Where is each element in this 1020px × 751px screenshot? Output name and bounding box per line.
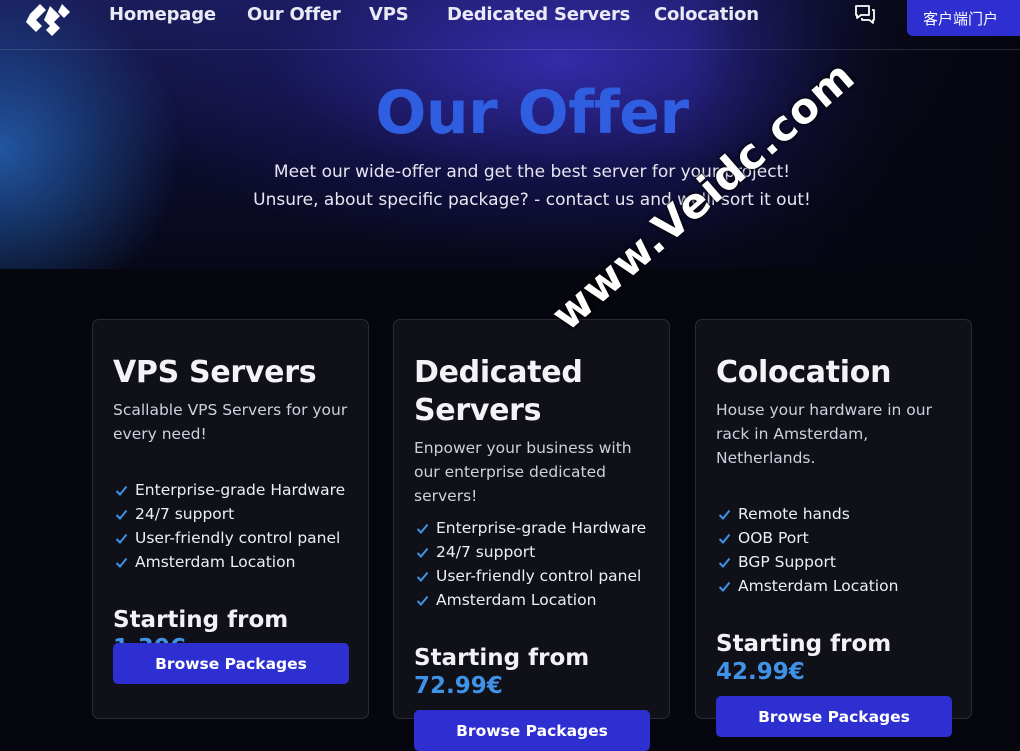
starting-price: Starting from 42.99€ — [716, 631, 892, 685]
feature-item: Amsterdam Location — [414, 588, 646, 612]
starting-price: Starting from 72.99€ — [414, 645, 590, 699]
page-title: Our Offer — [375, 78, 689, 148]
feature-item: Amsterdam Location — [716, 574, 898, 598]
check-icon — [718, 509, 731, 520]
feature-item: Amsterdam Location — [113, 550, 345, 574]
card-title: Colocation — [716, 355, 892, 390]
card-vps: VPS Servers Scallable VPS Servers for yo… — [92, 319, 369, 719]
nav-homepage[interactable]: Homepage — [109, 4, 216, 25]
feature-item: OOB Port — [716, 526, 898, 550]
chat-icon[interactable] — [854, 4, 876, 24]
check-icon — [718, 581, 731, 592]
browse-packages-button[interactable]: Browse Packages — [113, 643, 349, 684]
hero-subtitle-line-1: Meet our wide-offer and get the best ser… — [273, 162, 791, 182]
card-colocation: Colocation House your hardware in our ra… — [695, 319, 972, 737]
card-title: VPS Servers — [113, 355, 317, 390]
feature-list: Remote hands OOB Port BGP Support Amster… — [716, 502, 898, 598]
card-dedicated-servers: Dedicated Servers Enpower your business … — [393, 319, 670, 751]
check-icon — [115, 485, 128, 496]
feature-item: 24/7 support — [414, 540, 646, 564]
card-description: Enpower your business with our enterpris… — [414, 439, 632, 505]
feature-item: 24/7 support — [113, 502, 345, 526]
feature-item: User-friendly control panel — [113, 526, 345, 550]
feature-item: User-friendly control panel — [414, 564, 646, 588]
card-description: Scallable VPS Servers for your every nee… — [113, 401, 348, 443]
nav-our-offer[interactable]: Our Offer — [247, 4, 341, 25]
check-icon — [115, 533, 128, 544]
feature-item: Enterprise-grade Hardware — [113, 478, 345, 502]
feature-item: Enterprise-grade Hardware — [414, 516, 646, 540]
nav-vps[interactable]: VPS — [369, 4, 409, 25]
feature-item: BGP Support — [716, 550, 898, 574]
card-title: Dedicated Servers — [414, 355, 583, 428]
check-icon — [416, 571, 429, 582]
feature-list: Enterprise-grade Hardware 24/7 support U… — [113, 478, 345, 574]
feature-list: Enterprise-grade Hardware 24/7 support U… — [414, 516, 646, 612]
client-portal-button[interactable]: 客户端门户 — [907, 0, 1020, 36]
browse-packages-button[interactable]: Browse Packages — [716, 696, 952, 737]
price-value: 42.99€ — [716, 659, 805, 685]
brand-logo[interactable] — [26, 0, 72, 38]
navbar: Homepage Our Offer VPS Dedicated Servers… — [0, 0, 1020, 50]
price-value: 72.99€ — [414, 673, 503, 699]
nav-dedicated-servers[interactable]: Dedicated Servers — [447, 4, 630, 25]
check-icon — [718, 533, 731, 544]
hero-subtitle-line-2: Unsure, about specific package? - contac… — [253, 190, 811, 210]
check-icon — [115, 509, 128, 520]
check-icon — [416, 523, 429, 534]
card-description: House your hardware in our rack in Amste… — [716, 401, 932, 467]
nav-colocation[interactable]: Colocation — [654, 4, 759, 25]
feature-item: Remote hands — [716, 502, 898, 526]
check-icon — [718, 557, 731, 568]
check-icon — [115, 557, 128, 568]
check-icon — [416, 547, 429, 558]
browse-packages-button[interactable]: Browse Packages — [414, 710, 650, 751]
check-icon — [416, 595, 429, 606]
